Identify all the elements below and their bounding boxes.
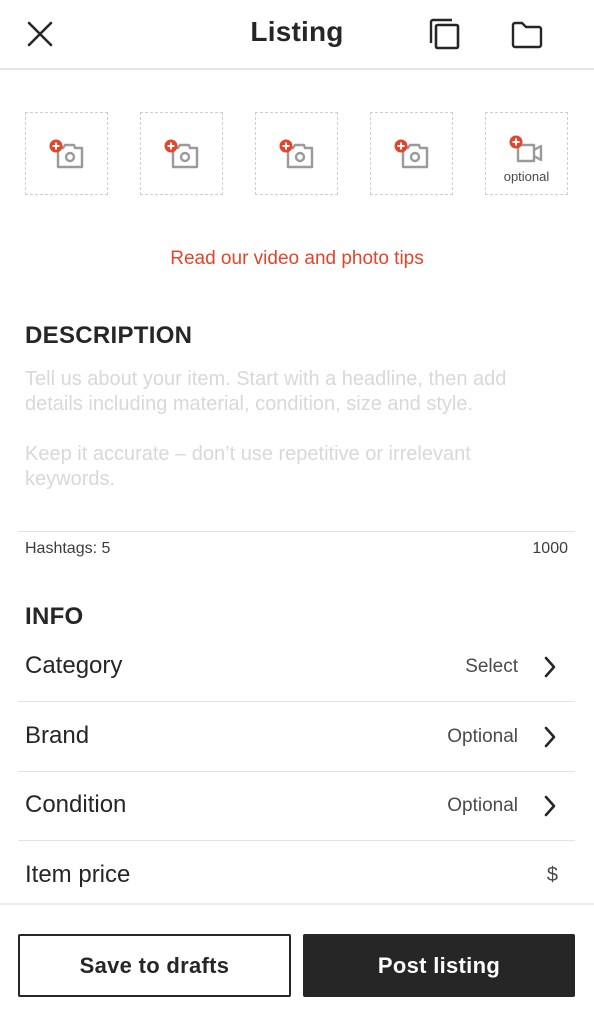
description-divider <box>18 531 575 532</box>
chevron-right-icon <box>544 726 556 748</box>
info-heading: INFO <box>25 603 84 630</box>
add-photo-icon <box>49 139 84 169</box>
save-to-drafts-button[interactable]: Save to drafts <box>18 934 291 997</box>
add-photo-icon <box>279 139 314 169</box>
condition-label: Condition <box>25 791 127 818</box>
copy-icon[interactable] <box>428 17 462 51</box>
condition-value: Optional <box>447 795 518 816</box>
folder-icon[interactable] <box>510 20 544 50</box>
character-counter: 1000 <box>532 540 568 557</box>
add-photo-icon <box>394 139 429 169</box>
video-optional-caption: optional <box>503 169 550 184</box>
item-price-row[interactable]: Item price $ <box>18 841 575 911</box>
add-photo-slot-1[interactable] <box>25 112 108 195</box>
description-placeholder-2: Keep it accurate – don’t use repetitive … <box>25 443 471 490</box>
add-video-icon <box>509 135 543 163</box>
media-slots: optional <box>25 112 570 196</box>
chevron-right-icon <box>544 795 556 817</box>
bottom-action-bar: Save to drafts Post listing <box>0 903 594 1024</box>
brand-row[interactable]: Brand Optional <box>18 702 575 772</box>
description-placeholder-1: Tell us about your item. Start with a he… <box>25 368 507 415</box>
item-price-label: Item price <box>25 861 131 888</box>
category-value: Select <box>465 656 518 677</box>
condition-row[interactable]: Condition Optional <box>18 771 575 841</box>
top-bar: Listing <box>0 0 594 70</box>
add-photo-icon <box>164 139 199 169</box>
description-heading: DESCRIPTION <box>25 322 193 349</box>
category-row[interactable]: Category Select <box>18 632 575 702</box>
brand-label: Brand <box>25 722 90 749</box>
hashtags-count: Hashtags: 5 <box>25 540 111 557</box>
brand-value: Optional <box>447 726 518 747</box>
post-listing-button[interactable]: Post listing <box>303 934 575 997</box>
item-price-currency[interactable]: $ <box>547 864 558 887</box>
add-photo-slot-3[interactable] <box>255 112 338 195</box>
page-title: Listing <box>250 16 344 47</box>
chevron-right-icon <box>544 656 556 678</box>
category-label: Category <box>25 652 123 679</box>
photo-tips-link[interactable]: Read our video and photo tips <box>0 248 594 270</box>
add-video-slot[interactable]: optional <box>485 112 568 195</box>
description-input[interactable]: Tell us about your item. Start with a he… <box>25 367 565 517</box>
add-photo-slot-2[interactable] <box>140 112 223 195</box>
add-photo-slot-4[interactable] <box>370 112 453 195</box>
